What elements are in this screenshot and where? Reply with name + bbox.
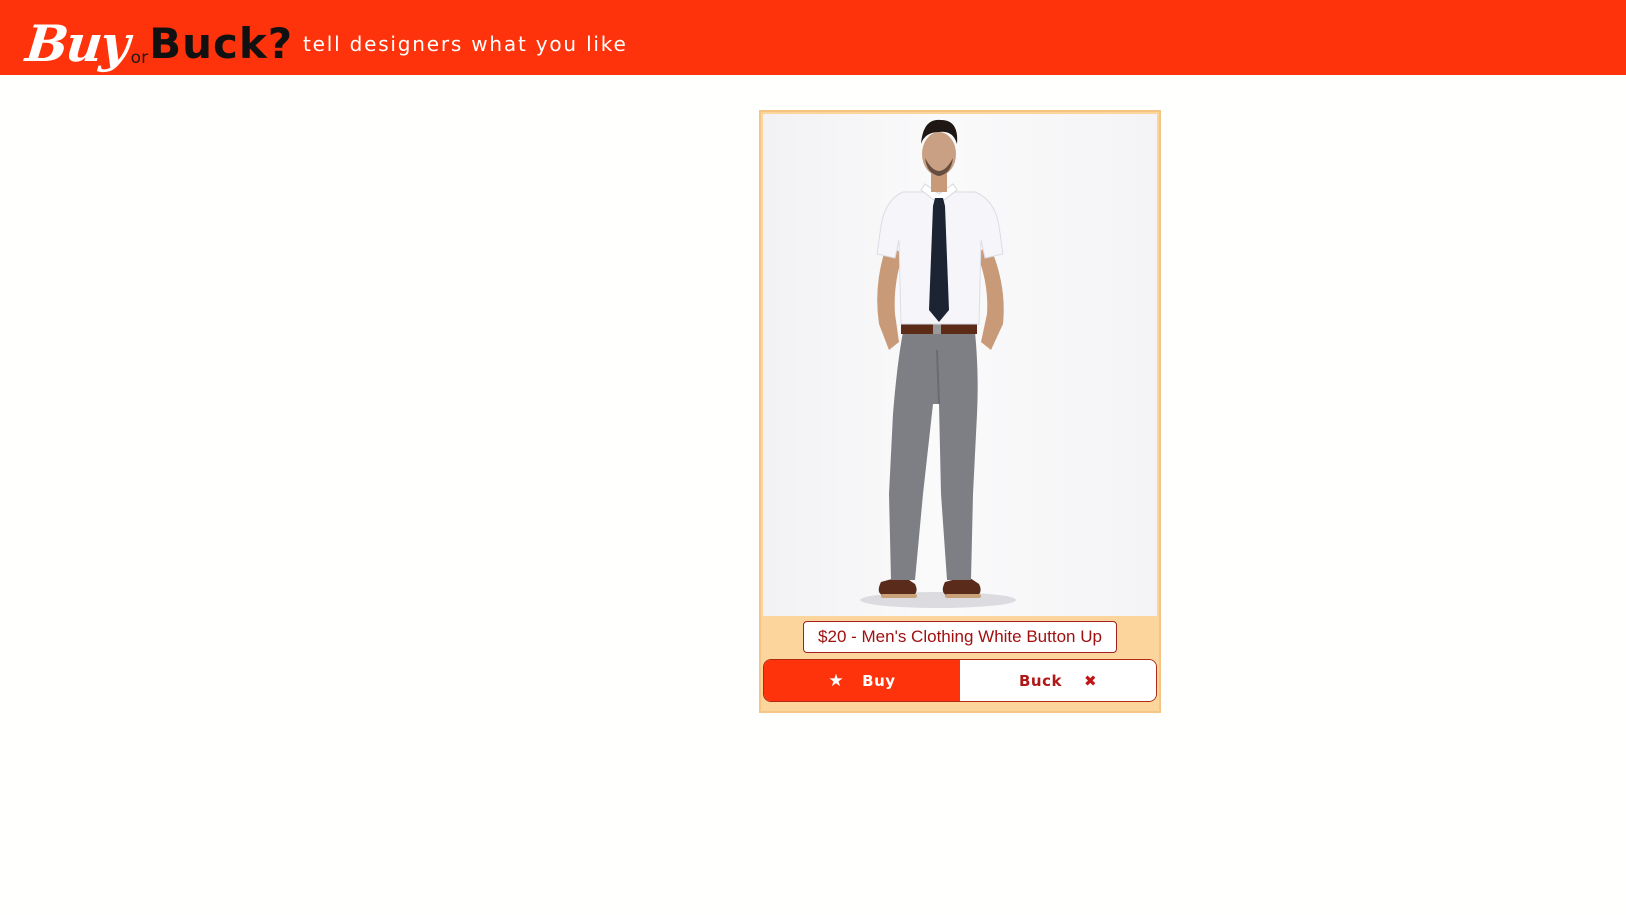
star-icon: ★	[828, 670, 845, 691]
product-title: $20 - Men's Clothing White Button Up	[803, 621, 1117, 653]
buck-button[interactable]: Buck ✖	[960, 660, 1156, 701]
model-illustration	[860, 119, 1016, 608]
buy-button[interactable]: ★ Buy	[764, 660, 960, 701]
product-card: $20 - Men's Clothing White Button Up ★ B…	[759, 110, 1161, 713]
site-tagline: tell designers what you like	[303, 32, 628, 56]
logo-buy-text: Buy	[22, 14, 131, 73]
buck-button-label: Buck	[1018, 671, 1062, 690]
product-photo[interactable]	[763, 114, 1157, 616]
vote-button-group: ★ Buy Buck ✖	[763, 659, 1157, 702]
logo-buck-text: Buck?	[149, 19, 294, 68]
site-logo[interactable]: Buy or Buck?	[22, 4, 294, 74]
close-icon: ✖	[1083, 671, 1098, 690]
top-bar: Buy or Buck? tell designers what you lik…	[0, 0, 1626, 75]
buy-button-label: Buy	[862, 671, 896, 690]
logo-or-text: or	[130, 48, 149, 68]
